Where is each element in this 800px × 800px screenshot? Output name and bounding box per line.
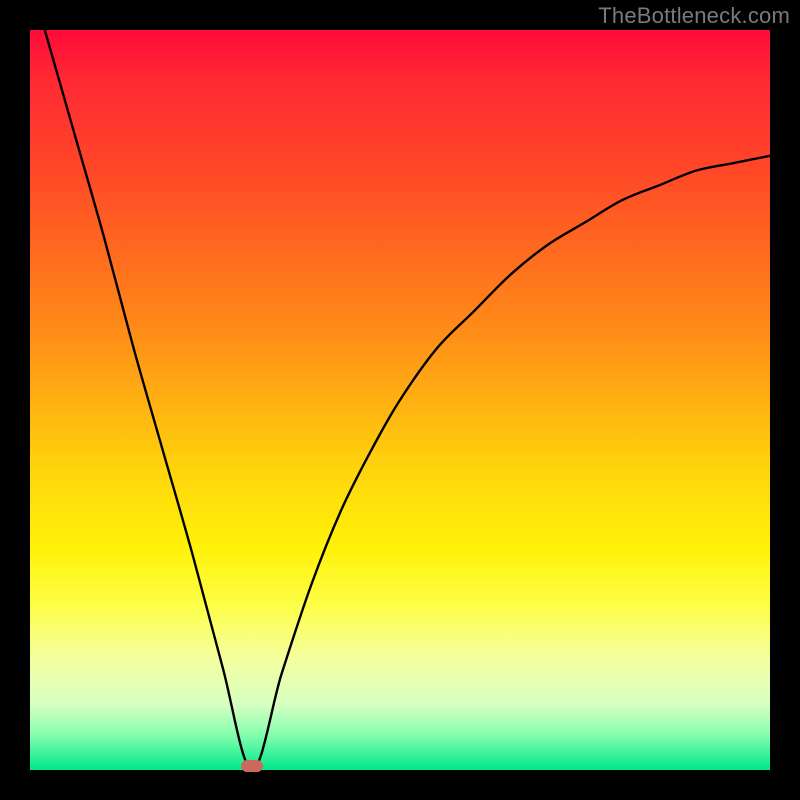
chart-frame: TheBottleneck.com xyxy=(0,0,800,800)
bottleneck-curve xyxy=(30,30,770,770)
bottleneck-marker-icon xyxy=(241,760,263,772)
plot-area xyxy=(30,30,770,770)
watermark-text: TheBottleneck.com xyxy=(598,3,790,29)
